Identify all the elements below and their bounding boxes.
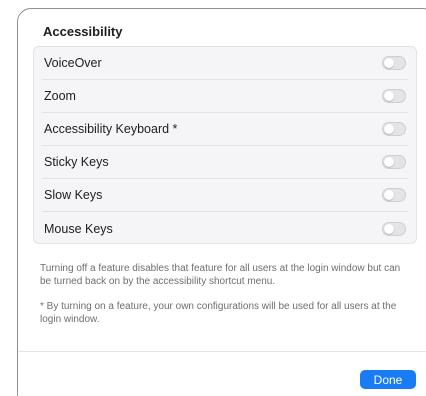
- option-row-sticky-keys: Sticky Keys: [42, 146, 408, 179]
- option-label-slow-keys: Slow Keys: [44, 188, 103, 202]
- option-row-zoom: Zoom: [42, 80, 408, 113]
- option-label-voiceover: VoiceOver: [44, 56, 102, 70]
- option-label-sticky-keys: Sticky Keys: [44, 155, 109, 169]
- toggle-knob: [384, 223, 394, 234]
- option-row-voiceover: VoiceOver: [42, 47, 408, 80]
- toggle-knob: [384, 157, 394, 167]
- voiceover-toggle[interactable]: [382, 56, 406, 70]
- login-window-disable-note: Turning off a feature disables that feat…: [40, 263, 401, 287]
- zoom-toggle[interactable]: [382, 89, 406, 103]
- toggle-knob: [384, 58, 394, 68]
- option-label-mouse-keys: Mouse Keys: [44, 221, 113, 236]
- done-button[interactable]: Done: [360, 370, 416, 389]
- footer-divider: [18, 351, 426, 352]
- asterisk-configuration-note: * By turning on a feature, your own conf…: [40, 301, 397, 325]
- dialog-title: Accessibility: [43, 24, 123, 39]
- option-label-accessibility-keyboard: Accessibility Keyboard *: [44, 122, 178, 136]
- option-label-zoom: Zoom: [44, 89, 76, 103]
- toggle-knob: [384, 190, 394, 200]
- toggle-knob: [384, 91, 394, 101]
- option-row-accessibility-keyboard: Accessibility Keyboard *: [42, 113, 408, 146]
- accessibility-keyboard-toggle[interactable]: [382, 122, 406, 136]
- option-row-slow-keys: Slow Keys: [42, 179, 408, 212]
- mouse-keys-toggle[interactable]: [382, 221, 406, 236]
- option-row-mouse-keys: Mouse Keys: [42, 212, 408, 245]
- options-group: VoiceOver Zoom Accessibility Keyboard * …: [33, 46, 417, 244]
- slow-keys-toggle[interactable]: [382, 188, 406, 202]
- toggle-knob: [384, 124, 394, 134]
- sticky-keys-toggle[interactable]: [382, 155, 406, 169]
